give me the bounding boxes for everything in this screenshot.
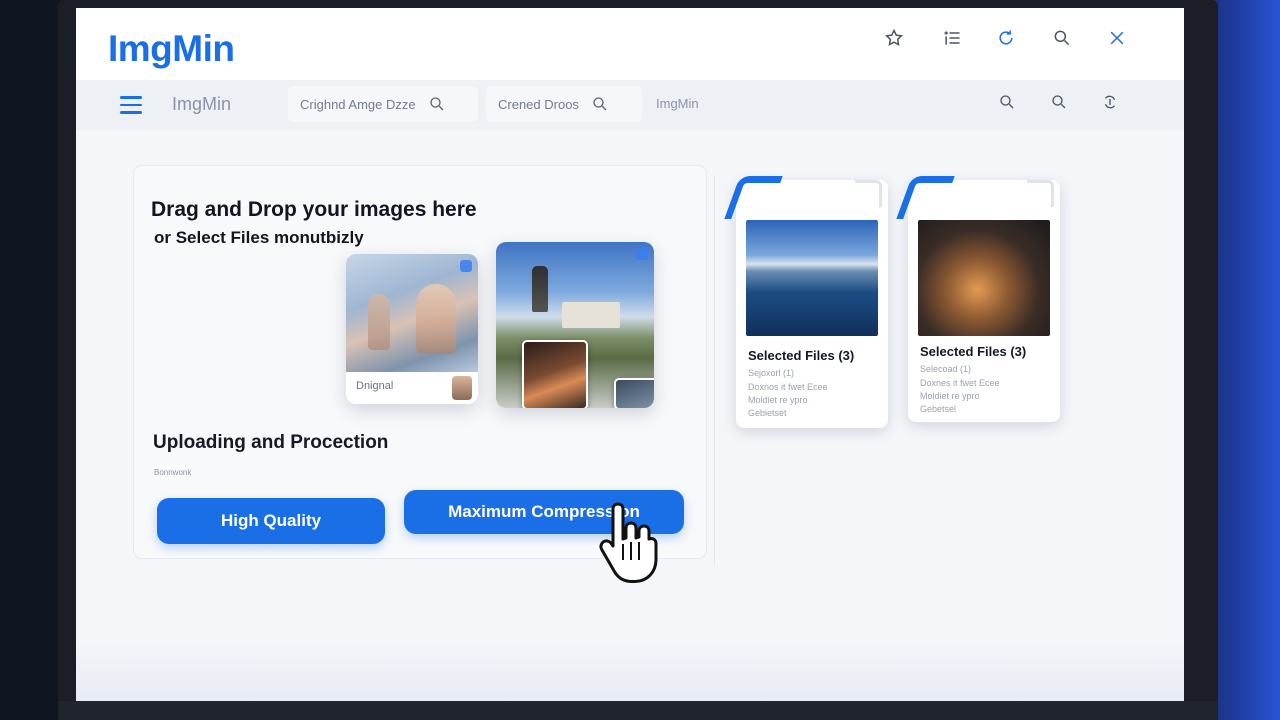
image-thumbnail-landscape[interactable] (496, 242, 654, 408)
dropzone-title: Drag and Drop your images here (151, 198, 477, 221)
high-quality-button[interactable]: High Quality (157, 498, 385, 544)
card-meta: Gebetsel (920, 404, 957, 414)
app-logo: ImgMin (108, 28, 235, 69)
star-icon[interactable] (882, 26, 906, 50)
monitor-bottom (58, 701, 1218, 720)
search-icon[interactable] (1050, 26, 1074, 50)
divider (714, 176, 715, 566)
file-preview-image (918, 220, 1050, 336)
search-placeholder: Crened Droos (498, 96, 579, 112)
refresh-icon[interactable] (994, 26, 1018, 50)
select-badge-icon (460, 260, 472, 272)
file-preview-image (746, 220, 878, 336)
sync-icon[interactable] (1098, 90, 1122, 114)
app-window: ImgMin ImgMin Crighnd Amge Dzze Crened D… (76, 8, 1184, 701)
nav-link-imgmin[interactable]: ImgMin (656, 96, 699, 111)
thumbnail-image (346, 254, 478, 372)
search-icon[interactable] (995, 90, 1019, 114)
thumbnail-inset-image (614, 378, 654, 408)
thumbnail-inset-image (522, 340, 588, 408)
search-icon[interactable] (428, 95, 446, 113)
selected-file-card[interactable]: Selected Files (3) Selecoad (1) Doxnes i… (896, 176, 1060, 422)
close-icon[interactable] (1105, 26, 1129, 50)
list-icon[interactable] (940, 26, 964, 50)
card-title: Selected Files (3) (748, 348, 855, 363)
image-thumbnail-original[interactable]: Dnignal (346, 254, 478, 404)
search-placeholder: Crighnd Amge Dzze (300, 96, 416, 112)
card-tab-accent (724, 176, 783, 219)
thumbnail-label: Dnignal (356, 380, 394, 392)
search-input-image-size[interactable]: Crighnd Amge Dzze (288, 86, 478, 122)
search-input-drops[interactable]: Crened Droos (486, 86, 642, 122)
card-meta: Moldiet re ypro (920, 391, 980, 401)
card-meta: Sejoxorl (1) (748, 368, 795, 378)
hand-cursor-icon (599, 502, 658, 583)
card-meta: Moldiet re ypro (748, 395, 808, 405)
card-tab-accent (896, 176, 955, 219)
search-icon[interactable] (1047, 90, 1071, 114)
menu-icon[interactable] (120, 96, 142, 114)
section-title: Uploading and Procection (153, 432, 389, 453)
selected-file-card[interactable]: Selected Files (3) Sejoxorl (1) Doxnos i… (724, 176, 888, 428)
card-meta: Doxnes it fwet Ecee (920, 378, 1000, 388)
avatar (452, 376, 472, 400)
nav-bar: ImgMin Crighnd Amge Dzze Crened Droos Im… (76, 80, 1184, 130)
card-meta: Gebietset (748, 408, 787, 418)
section-caption: Bonnwonk (154, 468, 192, 477)
nav-title: ImgMin (172, 94, 232, 114)
search-icon[interactable] (591, 95, 609, 113)
card-title: Selected Files (3) (920, 344, 1027, 359)
select-files-link[interactable]: or Select Files monutbizly (154, 228, 364, 248)
title-bar: ImgMin (76, 8, 1184, 80)
card-meta: Doxnos it fwet Ecee (748, 382, 828, 392)
card-meta: Selecoad (1) (920, 364, 972, 374)
select-badge-icon (636, 248, 648, 260)
